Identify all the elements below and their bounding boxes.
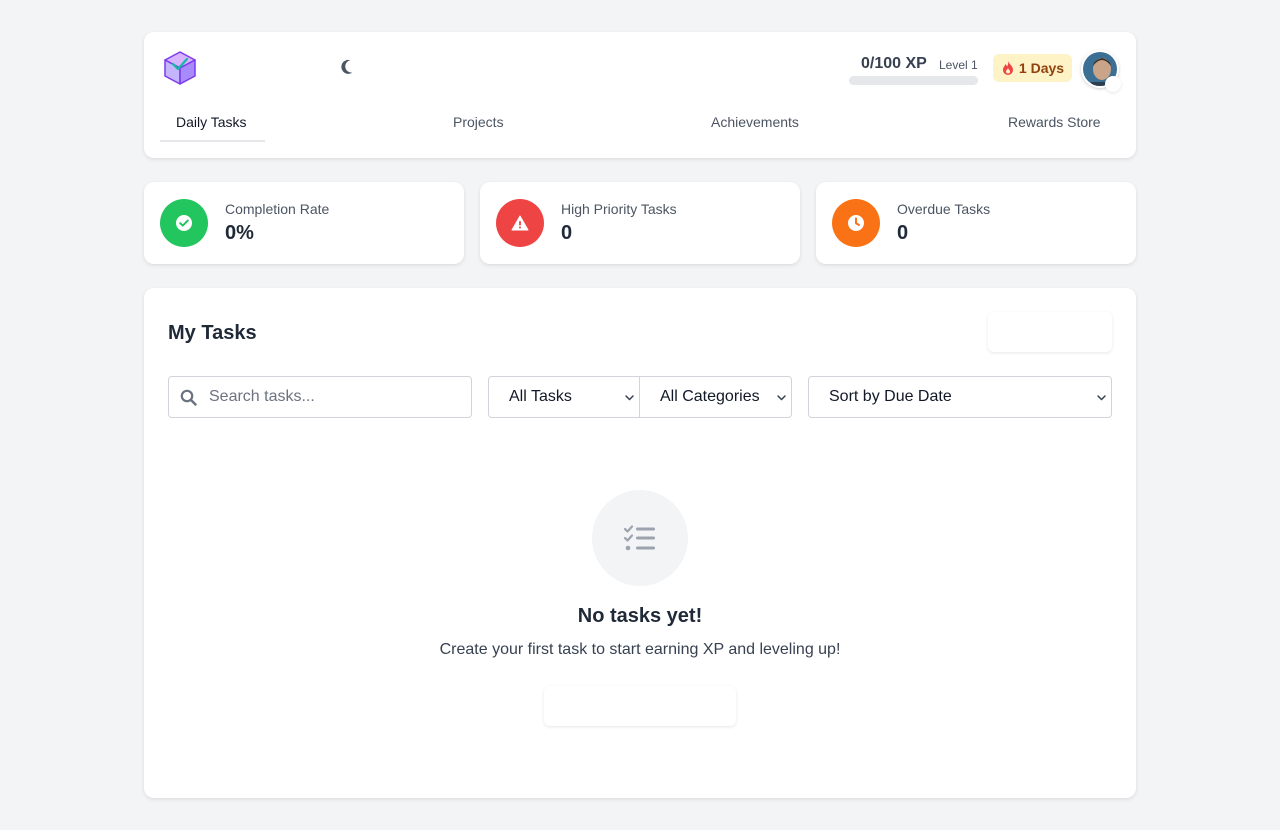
fire-icon	[1002, 61, 1013, 75]
tab-daily-tasks[interactable]: Daily Tasks	[176, 114, 247, 130]
add-task-button[interactable]	[988, 312, 1112, 352]
page-title: My Tasks	[168, 322, 257, 344]
create-first-task-button[interactable]	[544, 686, 736, 726]
level-label: Level 1	[939, 58, 978, 72]
empty-state-icon-circle	[592, 490, 688, 586]
tab-rewards-store[interactable]: Rewards Store	[1008, 114, 1101, 130]
chevron-down-icon	[776, 392, 787, 403]
stat-card-high-priority: High Priority Tasks 0	[480, 182, 800, 264]
stat-value: 0	[561, 222, 573, 244]
status-filter-select[interactable]: All Tasks	[488, 376, 640, 418]
category-filter-select[interactable]: All Categories	[639, 376, 792, 418]
stat-card-completion-rate: Completion Rate 0%	[144, 182, 464, 264]
category-filter-value: All Categories	[660, 388, 760, 405]
search-box[interactable]	[168, 376, 472, 418]
tasks-panel: My Tasks All Tasks All Categories Sort b…	[144, 288, 1136, 798]
chevron-down-icon	[625, 395, 634, 401]
sort-select[interactable]: Sort by Due Date	[808, 376, 1112, 418]
tab-achievements[interactable]: Achievements	[711, 114, 799, 130]
status-filter-value: All Tasks	[509, 388, 572, 405]
streak-badge: 1 Days	[993, 54, 1072, 82]
xp-bar	[849, 76, 978, 85]
app-header: 0/100 XP Level 1 1 Days Daily Tasks Proj…	[144, 32, 1136, 158]
empty-state-title: No tasks yet!	[577, 605, 703, 627]
stat-card-overdue: Overdue Tasks 0	[816, 182, 1136, 264]
tab-projects[interactable]: Projects	[453, 114, 504, 130]
search-input[interactable]	[209, 377, 464, 417]
avatar-status-dot	[1105, 76, 1121, 92]
cube-logo-icon[interactable]	[162, 50, 198, 86]
moon-icon[interactable]	[340, 58, 358, 76]
stat-value: 0%	[225, 222, 254, 244]
streak-label: 1 Days	[1018, 60, 1065, 76]
clock-icon	[832, 199, 880, 247]
chevron-down-icon	[1097, 395, 1106, 401]
stat-value: 0	[897, 222, 909, 244]
xp-label: 0/100 XP	[861, 55, 927, 72]
check-circle-icon	[160, 199, 208, 247]
sort-value: Sort by Due Date	[829, 388, 952, 405]
search-icon	[180, 389, 197, 406]
empty-state-subtitle: Create your first task to start earning …	[439, 641, 841, 658]
warning-icon	[496, 199, 544, 247]
stat-label: Overdue Tasks	[897, 201, 991, 217]
task-list-icon	[623, 525, 655, 551]
stat-label: High Priority Tasks	[561, 201, 677, 217]
stat-label: Completion Rate	[225, 201, 330, 217]
active-tab-indicator	[160, 140, 265, 142]
